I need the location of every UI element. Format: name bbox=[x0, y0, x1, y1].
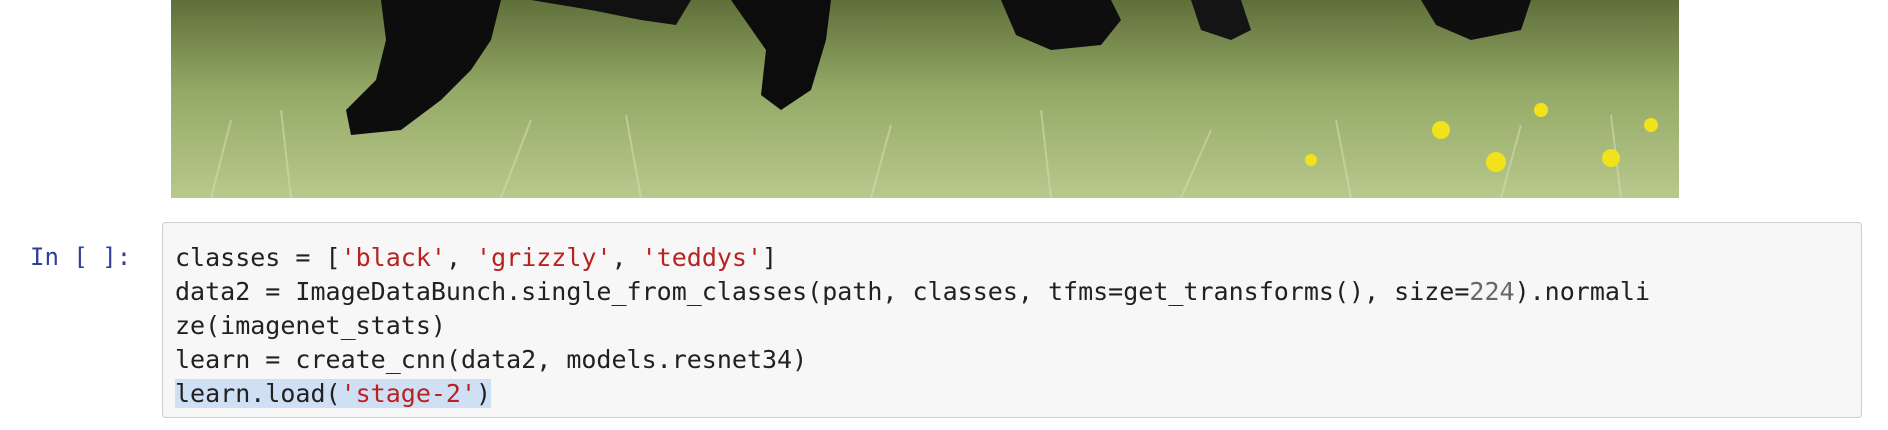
code-token: , bbox=[445, 243, 477, 272]
code-token: ze(imagenet_stats) bbox=[175, 311, 446, 340]
code-line: learn.load('stage-2') bbox=[175, 377, 1650, 411]
code-token: ] bbox=[762, 243, 778, 272]
code-block[interactable]: classes = ['black', 'grizzly', 'teddys']… bbox=[175, 241, 1650, 411]
code-token: classes = [ bbox=[175, 243, 341, 272]
code-cell-editor[interactable]: classes = ['black', 'grizzly', 'teddys']… bbox=[162, 222, 1862, 418]
code-token: 224 bbox=[1469, 277, 1515, 306]
code-line: learn = create_cnn(data2, models.resnet3… bbox=[175, 343, 1650, 377]
code-token: 'teddys' bbox=[641, 243, 763, 272]
code-token: ).normali bbox=[1514, 277, 1651, 306]
code-line: ze(imagenet_stats) bbox=[175, 309, 1650, 343]
code-token: learn = create_cnn(data2, models.resnet3… bbox=[175, 345, 808, 374]
code-token: 'grizzly' bbox=[476, 243, 612, 272]
code-token: ) bbox=[476, 379, 492, 408]
code-token: 'stage-2' bbox=[340, 379, 477, 408]
output-image-black-bears bbox=[171, 0, 1679, 198]
cell-prompt: In [ ]: bbox=[30, 243, 132, 271]
code-line: data2 = ImageDataBunch.single_from_class… bbox=[175, 275, 1650, 309]
code-line: classes = ['black', 'grizzly', 'teddys'] bbox=[175, 241, 1650, 275]
code-token: data2 = ImageDataBunch.single_from_class… bbox=[175, 277, 1470, 306]
code-token: 'black' bbox=[340, 243, 446, 272]
bear-photo-image bbox=[171, 0, 1679, 198]
code-token: learn.load( bbox=[175, 379, 341, 408]
code-token: , bbox=[611, 243, 642, 272]
